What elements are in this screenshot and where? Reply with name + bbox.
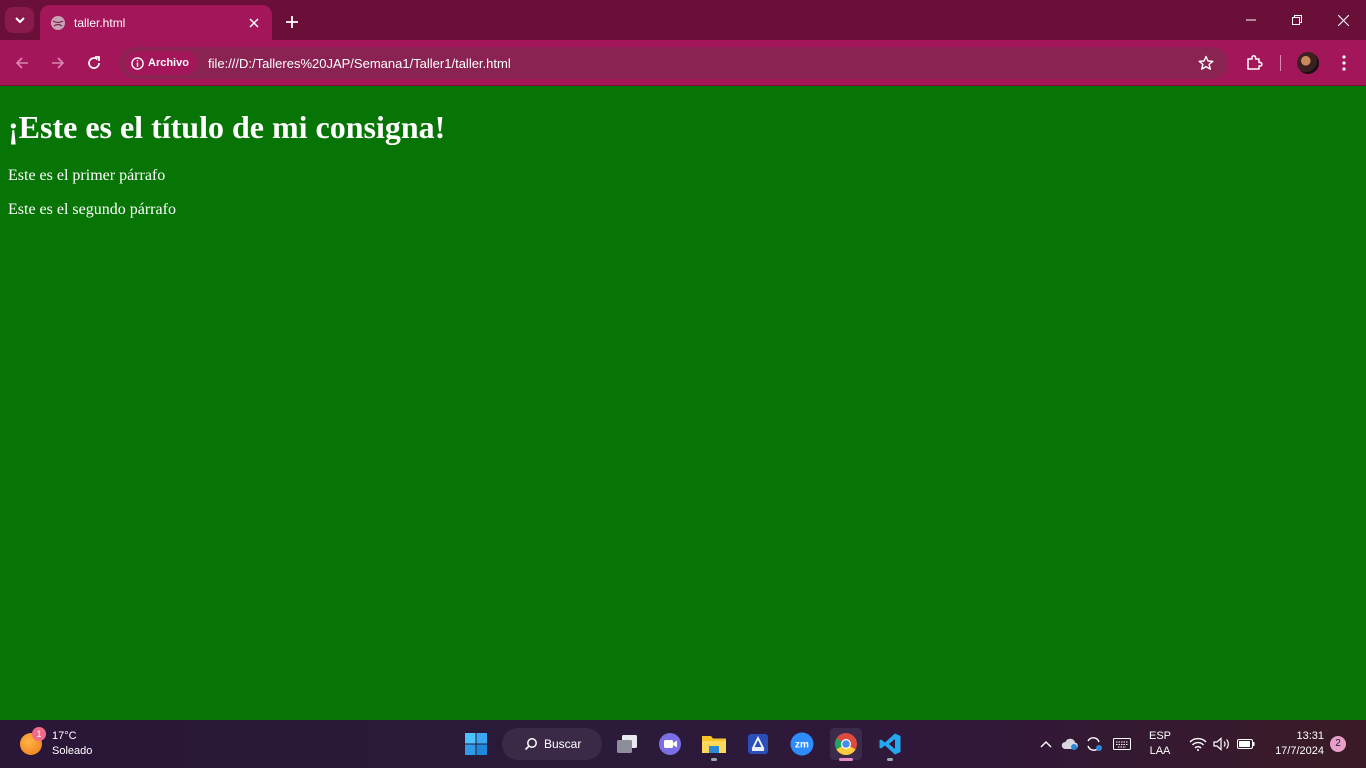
volume-icon [1213, 737, 1229, 751]
extensions-button[interactable] [1242, 51, 1266, 75]
teams-button[interactable] [654, 728, 686, 760]
weather-badge: 1 [32, 727, 46, 741]
running-indicator [887, 758, 893, 761]
back-button[interactable] [8, 49, 36, 77]
puzzle-icon [1247, 54, 1263, 70]
keyboard-icon [1113, 738, 1131, 750]
weather-condition: Soleado [52, 745, 93, 757]
clock[interactable]: 13:31 17/7/2024 [1262, 729, 1324, 759]
wifi-icon [1189, 737, 1207, 751]
reload-button[interactable] [80, 49, 108, 77]
search-icon [524, 738, 537, 751]
clock-time: 13:31 [1296, 730, 1324, 742]
battery-icon [1237, 739, 1255, 749]
sun-icon: 1 [20, 727, 46, 755]
plus-icon [286, 16, 298, 28]
volume-tray[interactable] [1212, 734, 1232, 754]
weather-widget[interactable]: 1 17°C Soleado [20, 726, 92, 762]
forward-button[interactable] [44, 49, 72, 77]
running-indicator [711, 758, 717, 761]
reload-icon [88, 56, 100, 69]
file-explorer-button[interactable] [698, 728, 730, 761]
language-indicator[interactable]: ESP LAA [1148, 729, 1172, 759]
weather-temp: 17°C [52, 730, 77, 742]
new-tab-button[interactable] [280, 10, 304, 34]
clock-date: 17/7/2024 [1275, 745, 1324, 757]
tab-strip: taller.html [0, 0, 1366, 40]
toolbar-divider [1280, 55, 1281, 71]
globe-icon [51, 15, 65, 30]
teams-icon [659, 733, 681, 755]
site-info-label: Archivo [148, 57, 189, 69]
taskbar: 1 17°C Soleado Buscar zm ESP LAA 13:31 1… [0, 720, 1366, 768]
chevron-down-icon [14, 17, 25, 24]
profile-avatar[interactable] [1297, 52, 1319, 74]
vscode-icon [879, 733, 901, 755]
active-indicator [839, 758, 853, 761]
page-viewport: ¡Este es el título de mi consigna! Este … [0, 87, 1366, 720]
chevron-up-icon [1040, 741, 1052, 748]
file-explorer-icon [702, 736, 726, 753]
paragraph-2: Este es el segundo párrafo [8, 201, 176, 218]
vscode-button[interactable] [874, 728, 906, 761]
task-view-button[interactable] [611, 728, 643, 760]
notification-badge[interactable]: 2 [1330, 736, 1346, 752]
restore-icon [1292, 15, 1302, 25]
browser-toolbar: Archivo file:///D:/Talleres%20JAP/Semana… [0, 40, 1366, 86]
show-hidden-icons-button[interactable] [1036, 734, 1056, 754]
more-vertical-icon [1342, 55, 1346, 71]
bookmark-button[interactable] [1194, 51, 1218, 75]
zoom-icon: zm [790, 732, 814, 756]
minimize-icon [1246, 19, 1256, 21]
windows-start-icon [465, 733, 487, 755]
chrome-button[interactable] [830, 728, 862, 761]
tab-search-button[interactable] [5, 7, 34, 33]
language-code: ESP [1148, 730, 1171, 742]
close-window-button[interactable] [1320, 0, 1366, 40]
arrow-left-icon [15, 57, 28, 69]
star-icon [1198, 55, 1214, 70]
start-button[interactable] [460, 728, 492, 760]
taskbar-search[interactable]: Buscar [502, 728, 602, 760]
url-text[interactable]: file:///D:/Talleres%20JAP/Semana1/Taller… [208, 56, 1194, 71]
close-tab-button[interactable] [246, 15, 262, 31]
arrow-right-icon [52, 57, 65, 69]
paragraph-1: Este es el primer párrafo [8, 167, 166, 184]
tab-title: taller.html [74, 15, 126, 30]
restore-button[interactable] [1274, 0, 1320, 40]
address-bar[interactable]: Archivo file:///D:/Talleres%20JAP/Semana… [120, 47, 1228, 79]
chrome-icon [835, 733, 857, 755]
sync-icon [1087, 737, 1102, 751]
zoom-button[interactable]: zm [786, 728, 818, 760]
site-info-chip[interactable]: Archivo [125, 51, 197, 75]
cloud-icon [1061, 738, 1078, 750]
keyboard-tray[interactable] [1112, 734, 1132, 754]
page-heading: ¡Este es el título de mi consigna! [8, 109, 446, 145]
info-icon [131, 56, 144, 70]
sync-tray[interactable] [1084, 734, 1104, 754]
onedrive-tray[interactable] [1060, 734, 1080, 754]
task-view-icon [617, 735, 637, 753]
minimize-button[interactable] [1228, 0, 1274, 40]
keyboard-layout: LAA [1149, 745, 1171, 757]
search-label: Buscar [544, 737, 582, 751]
close-icon [249, 17, 259, 28]
store-button[interactable] [742, 728, 774, 760]
tab-taller[interactable]: taller.html [40, 5, 272, 40]
wifi-tray[interactable] [1188, 734, 1208, 754]
browser-menu-button[interactable] [1332, 51, 1356, 75]
store-icon [748, 734, 768, 754]
battery-tray[interactable] [1236, 734, 1256, 754]
close-icon [1337, 14, 1349, 26]
svg-text:zm: zm [795, 740, 809, 751]
